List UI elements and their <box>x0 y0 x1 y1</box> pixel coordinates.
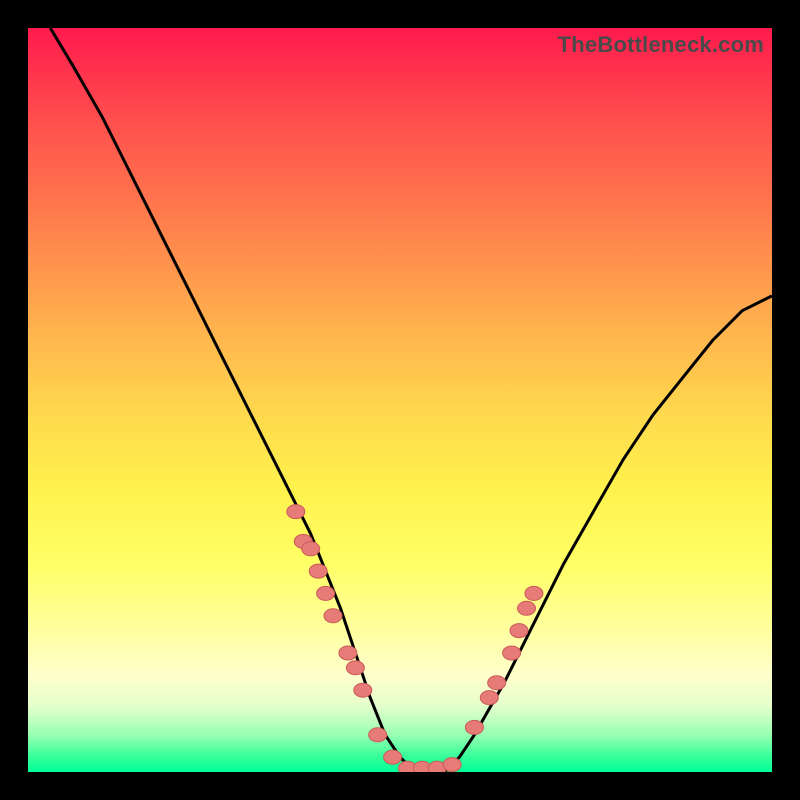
marker-dot <box>346 661 364 675</box>
marker-dot <box>518 601 536 615</box>
marker-dot <box>384 750 402 764</box>
marker-dot <box>339 646 357 660</box>
chart-svg <box>28 28 772 772</box>
markers-layer <box>287 505 543 772</box>
marker-dot <box>525 586 543 600</box>
chart-plot-area: TheBottleneck.com <box>28 28 772 772</box>
marker-dot <box>465 720 483 734</box>
marker-dot <box>317 586 335 600</box>
marker-dot <box>369 728 387 742</box>
marker-dot <box>488 676 506 690</box>
marker-dot <box>302 542 320 556</box>
curve-layer <box>50 28 772 772</box>
marker-dot <box>480 691 498 705</box>
marker-dot <box>287 505 305 519</box>
marker-dot <box>503 646 521 660</box>
chart-frame: TheBottleneck.com <box>0 0 800 800</box>
marker-dot <box>510 624 528 638</box>
bottleneck-curve <box>50 28 772 772</box>
watermark-label: TheBottleneck.com <box>558 32 764 58</box>
marker-dot <box>309 564 327 578</box>
marker-dot <box>443 758 461 772</box>
marker-dot <box>324 609 342 623</box>
marker-dot <box>354 683 372 697</box>
